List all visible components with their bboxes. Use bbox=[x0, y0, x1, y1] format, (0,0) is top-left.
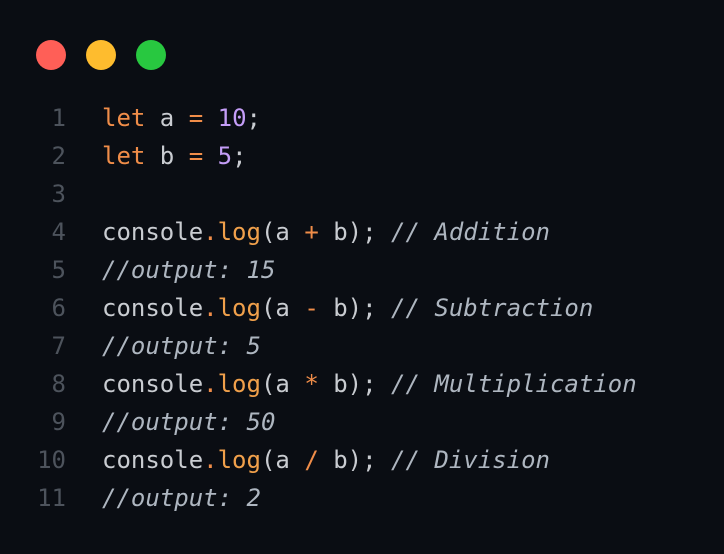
token-op: + bbox=[304, 218, 319, 246]
line-content: console.log(a - b); // Subtraction bbox=[102, 289, 593, 327]
maximize-button[interactable] bbox=[136, 40, 166, 70]
line-number: 11 bbox=[37, 484, 66, 512]
code-line: 8 console.log(a * b); // Multiplication bbox=[0, 365, 724, 403]
token-punc: b); bbox=[318, 294, 392, 322]
token-obj: console bbox=[102, 218, 204, 246]
token-obj: console bbox=[102, 294, 204, 322]
token-comment: //output: 50 bbox=[102, 408, 276, 436]
token-num: 5 bbox=[217, 142, 233, 170]
window-controls bbox=[36, 40, 166, 70]
line-content: //output: 5 bbox=[102, 327, 261, 365]
code-line: 9 //output: 50 bbox=[0, 403, 724, 441]
token-punc: (a bbox=[260, 218, 305, 246]
line-number: 8 bbox=[51, 370, 66, 398]
code-window: 1 let a = 10; 2 let b = 5; 3 4 console.log(a +… bbox=[0, 0, 724, 554]
token-punc: b); bbox=[318, 446, 392, 474]
token-punc: ; bbox=[232, 142, 247, 170]
token-fn: log bbox=[217, 370, 261, 398]
token-op: = bbox=[188, 104, 204, 132]
line-number: 10 bbox=[37, 446, 66, 474]
code-line: 3 bbox=[0, 175, 724, 213]
code-line: 2 let b = 5; bbox=[0, 137, 724, 175]
token-op: = bbox=[188, 142, 204, 170]
line-number: 5 bbox=[51, 256, 66, 284]
token-comment: // Addition bbox=[391, 218, 550, 246]
token-comment: //output: 15 bbox=[102, 256, 276, 284]
token-comment: //output: 2 bbox=[102, 484, 261, 512]
line-number: 2 bbox=[51, 142, 66, 170]
token-var: a bbox=[145, 104, 189, 132]
token-dot: . bbox=[203, 446, 218, 474]
line-number: 4 bbox=[51, 218, 66, 246]
code-line: 6 console.log(a - b); // Subtraction bbox=[0, 289, 724, 327]
line-content: //output: 15 bbox=[102, 251, 275, 289]
line-content: console.log(a + b); // Addition bbox=[102, 213, 550, 251]
token-fn: log bbox=[217, 294, 261, 322]
token-punc: b); bbox=[318, 370, 392, 398]
token-punc: b); bbox=[318, 218, 392, 246]
code-editor[interactable]: 1 let a = 10; 2 let b = 5; 3 4 console.log(a +… bbox=[0, 99, 724, 517]
line-number: 6 bbox=[51, 294, 66, 322]
token-fn: log bbox=[217, 218, 261, 246]
token-kw: let bbox=[102, 104, 146, 132]
token-obj: console bbox=[102, 446, 204, 474]
line-content: console.log(a / b); // Division bbox=[102, 441, 550, 479]
line-content: console.log(a * b); // Multiplication bbox=[102, 365, 637, 403]
token-punc: ; bbox=[246, 104, 261, 132]
code-line: 7 //output: 5 bbox=[0, 327, 724, 365]
token-punc: (a bbox=[260, 294, 305, 322]
line-content: let a = 10; bbox=[102, 99, 261, 137]
token-punc: (a bbox=[260, 446, 305, 474]
token-op: / bbox=[304, 446, 319, 474]
token-num: 10 bbox=[217, 104, 247, 132]
token-comment: // Division bbox=[391, 446, 550, 474]
token-op: * bbox=[304, 370, 319, 398]
token-comment: //output: 5 bbox=[102, 332, 261, 360]
line-content: //output: 2 bbox=[102, 479, 261, 517]
line-number: 3 bbox=[51, 180, 66, 208]
line-number: 1 bbox=[51, 104, 66, 132]
minimize-button[interactable] bbox=[86, 40, 116, 70]
token-comment: // Multiplication bbox=[391, 370, 637, 398]
line-number: 9 bbox=[51, 408, 66, 436]
token-var: b bbox=[145, 142, 189, 170]
code-line: 11 //output: 2 bbox=[0, 479, 724, 517]
token-dot: . bbox=[203, 370, 218, 398]
token-var bbox=[203, 104, 217, 132]
close-button[interactable] bbox=[36, 40, 66, 70]
code-line: 5 //output: 15 bbox=[0, 251, 724, 289]
code-line: 4 console.log(a + b); // Addition bbox=[0, 213, 724, 251]
token-op: - bbox=[304, 294, 319, 322]
code-line: 10 console.log(a / b); // Division bbox=[0, 441, 724, 479]
token-fn: log bbox=[217, 446, 261, 474]
token-kw: let bbox=[102, 142, 146, 170]
token-comment: // Subtraction bbox=[391, 294, 594, 322]
token-dot: . bbox=[203, 218, 218, 246]
token-punc: (a bbox=[260, 370, 305, 398]
token-var bbox=[203, 142, 217, 170]
token-dot: . bbox=[203, 294, 218, 322]
line-number: 7 bbox=[51, 332, 66, 360]
line-content: let b = 5; bbox=[102, 137, 247, 175]
line-content: //output: 50 bbox=[102, 403, 275, 441]
code-line: 1 let a = 10; bbox=[0, 99, 724, 137]
token-obj: console bbox=[102, 370, 204, 398]
